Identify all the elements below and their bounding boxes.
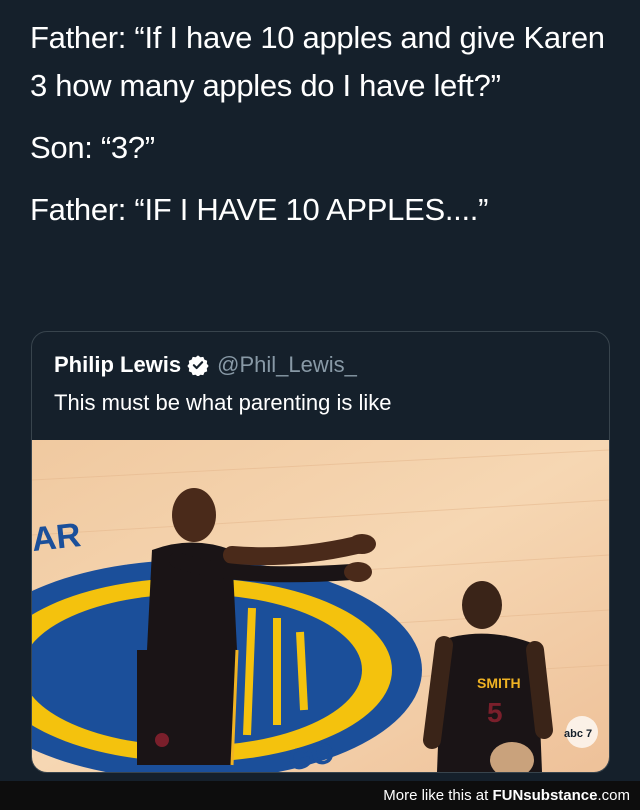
svg-text:AR: AR xyxy=(32,516,83,559)
watermark-suffix: .com xyxy=(597,787,630,804)
verified-badge-icon xyxy=(187,355,209,376)
watermark-text[interactable]: More like this at FUNsubstance.com xyxy=(383,787,630,804)
watermark-prefix: More like this at xyxy=(383,787,493,804)
svg-text:abc 7: abc 7 xyxy=(564,728,592,740)
tweet-line: Father: “IF I HAVE 10 APPLES....” xyxy=(30,192,489,227)
quoted-tweet-card[interactable]: Philip Lewis @Phil_Lewis_ This must be w… xyxy=(31,331,610,773)
watermark-brand: FUNsubstance xyxy=(492,787,598,804)
quoted-tweet-text: This must be what parenting is like xyxy=(54,390,392,415)
basketball-photo[interactable]: AR GO SMITH 5 abc 7 xyxy=(32,440,609,772)
author-name[interactable]: Philip Lewis xyxy=(54,352,181,378)
jersey-number: 5 xyxy=(487,697,503,728)
tweet-text: Father: “If I have 10 apples and give Ka… xyxy=(30,14,620,248)
author-handle[interactable]: @Phil_Lewis_ xyxy=(217,352,357,378)
quoted-tweet-header: Philip Lewis @Phil_Lewis_ xyxy=(54,350,357,380)
tweet-line: Son: “3?” xyxy=(30,130,155,165)
watermark-bar: More like this at FUNsubstance.com xyxy=(0,781,640,810)
tweet-line: Father: “If I have 10 apples and give Ka… xyxy=(30,20,605,103)
jersey-name: SMITH xyxy=(477,675,521,691)
